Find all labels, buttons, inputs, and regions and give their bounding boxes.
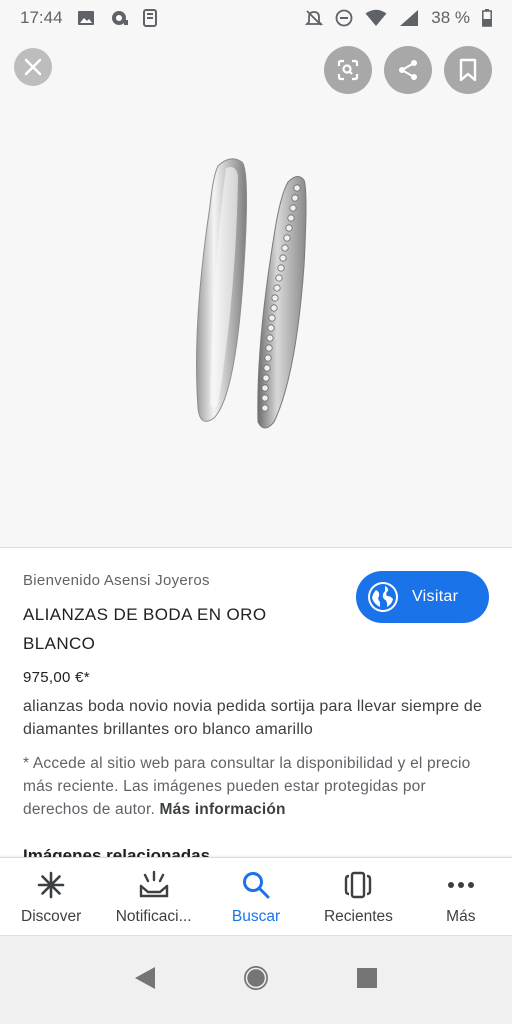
lens-button[interactable] — [324, 46, 372, 94]
battery-percent: 38 % — [431, 8, 470, 27]
more-icon — [446, 870, 476, 900]
status-time: 17:44 — [20, 8, 63, 27]
price: 975,00 €* — [23, 669, 90, 686]
source-name[interactable]: Bienvenido Asensi Joyeros — [23, 572, 210, 589]
home-icon[interactable] — [242, 964, 270, 997]
close-button[interactable] — [14, 48, 52, 86]
signal-icon — [399, 9, 419, 27]
description: alianzas boda novio novia pedida sortija… — [23, 698, 483, 738]
mute-icon — [305, 9, 324, 27]
nav-more[interactable]: Más — [410, 858, 512, 935]
nav-search-label: Buscar — [231, 908, 281, 925]
gallery-notification-icon — [77, 10, 95, 26]
visit-button[interactable]: Visitar — [356, 571, 489, 623]
recent-icon — [343, 870, 373, 900]
overview-icon[interactable] — [355, 966, 379, 995]
product-image[interactable] — [170, 146, 340, 446]
result-info-card: Bienvenido Asensi Joyeros ALIANZAS DE BO… — [0, 547, 512, 857]
globe-icon — [368, 582, 398, 612]
phone-notification-icon — [142, 9, 157, 27]
result-title[interactable]: ALIANZAS DE BODA EN ORO BLANCO — [23, 600, 323, 658]
do-not-disturb-icon — [335, 9, 353, 27]
battery-icon — [482, 9, 492, 27]
status-bar: 17:44 38 % — [0, 0, 512, 36]
status-right: 38 % — [305, 8, 492, 28]
status-left: 17:44 — [20, 8, 157, 28]
bookmark-icon — [459, 58, 477, 82]
nav-more-label: Más — [446, 908, 476, 925]
screen: 17:44 38 % Bienvenido Asensi Joyeros ALI… — [0, 0, 512, 1024]
search-icon — [241, 870, 271, 900]
nav-notifications[interactable]: Notificaci... — [102, 858, 204, 935]
nav-recent-label: Recientes — [323, 908, 393, 925]
cast-notification-icon — [109, 10, 129, 26]
share-icon — [399, 60, 417, 80]
save-button[interactable] — [444, 46, 492, 94]
disclaimer: * Accede al sitio web para consultar la … — [23, 752, 493, 821]
related-images-heading: Imágenes relacionadas — [23, 846, 211, 857]
lens-icon — [337, 59, 359, 81]
nav-discover-label: Discover — [21, 908, 82, 925]
nav-notifications-label: Notificaci... — [115, 908, 192, 925]
more-info-link[interactable]: Más información — [160, 801, 286, 818]
nav-discover[interactable]: Discover — [0, 858, 102, 935]
visit-label: Visitar — [412, 588, 459, 605]
asterisk-icon — [36, 870, 66, 900]
wifi-icon — [365, 9, 387, 27]
close-icon — [24, 58, 42, 76]
share-button[interactable] — [384, 46, 432, 94]
image-viewer — [0, 36, 512, 546]
notifications-icon — [138, 870, 170, 900]
nav-search[interactable]: Buscar — [205, 858, 307, 935]
back-icon[interactable] — [133, 965, 157, 996]
system-navigation-bar — [0, 935, 512, 1024]
bottom-navigation: Discover Notificaci... Buscar Recientes — [0, 857, 512, 935]
nav-recent[interactable]: Recientes — [307, 858, 409, 935]
